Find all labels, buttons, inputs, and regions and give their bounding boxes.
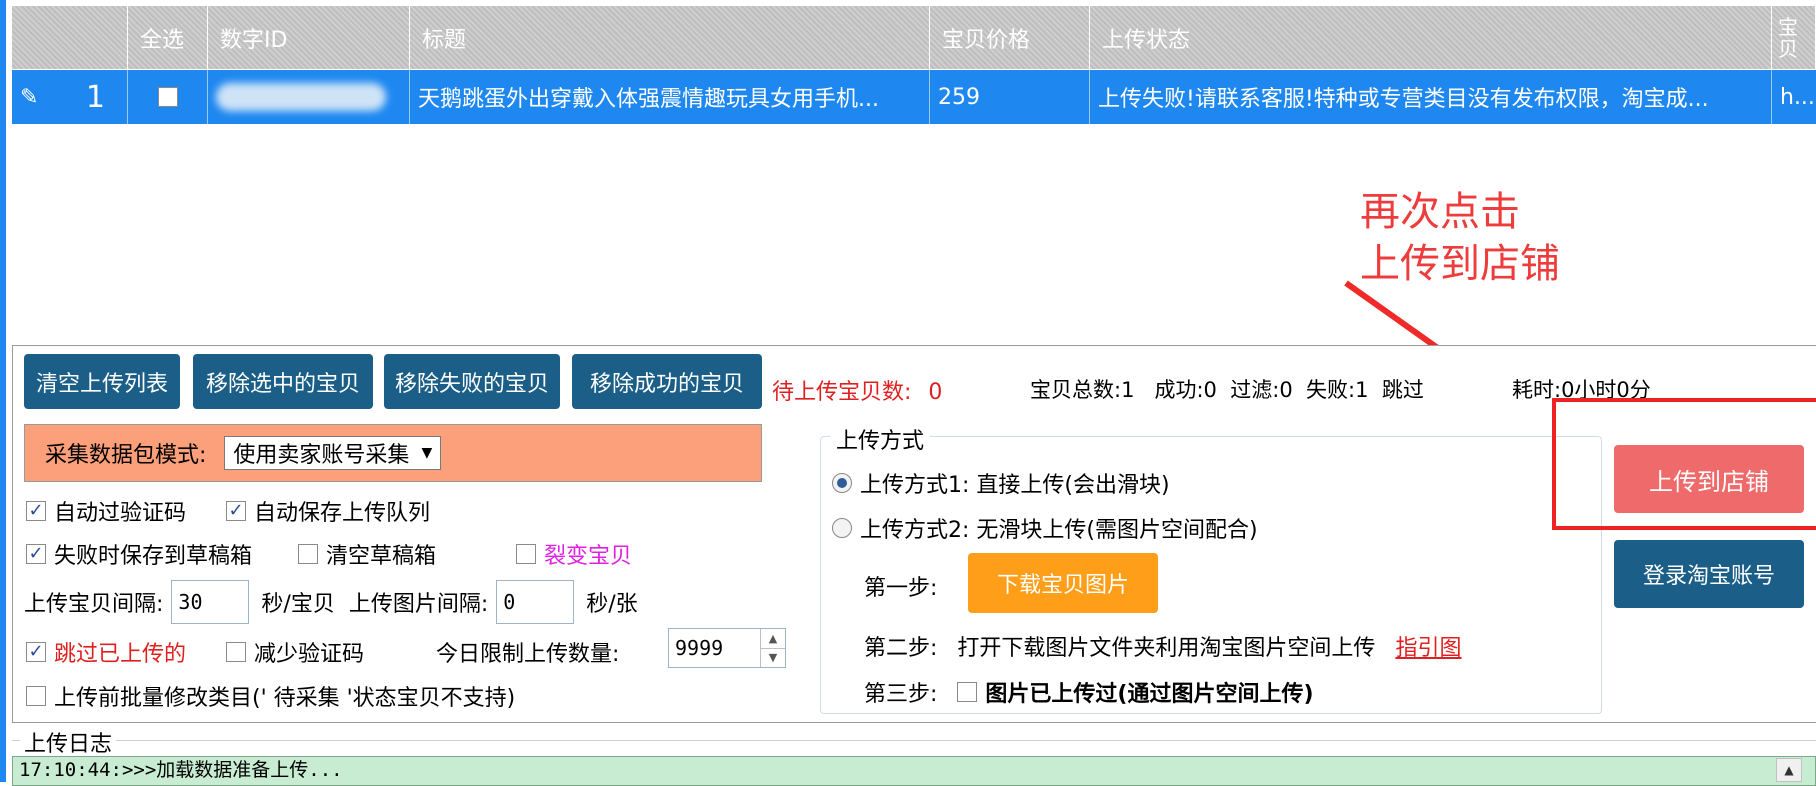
upload-to-store-label: 上传到店铺 (1649, 467, 1769, 496)
step3-label: 第三步: (864, 682, 938, 707)
intervals-row: 上传宝贝间隔: 30 秒/宝贝 上传图片间隔: 0 秒/张 (24, 580, 638, 624)
auto-save-queue-checkbox[interactable] (226, 501, 246, 521)
skip-uploaded-checkbox[interactable] (26, 642, 46, 662)
remove-failed-label: 移除失败的宝贝 (394, 371, 549, 397)
step2-row: 第二步: 打开下载图片文件夹利用淘宝图片空间上传 指引图 (864, 630, 1461, 662)
image-interval-label: 上传图片间隔: (348, 592, 489, 617)
item-interval-value: 30 (178, 590, 203, 614)
reduce-captcha-checkbox[interactable] (226, 642, 246, 662)
image-interval-input[interactable]: 0 (496, 580, 575, 624)
method2-radio[interactable] (832, 518, 852, 538)
item-interval-unit: 秒/宝贝 (261, 592, 335, 617)
reduce-captcha-option[interactable]: 减少验证码 (226, 636, 364, 668)
collect-mode-value: 使用卖家账号采集 (233, 443, 410, 468)
daily-limit-label: 今日限制上传数量: (436, 636, 619, 668)
save-drafts-label: 失败时保存到草稿箱 (54, 544, 253, 569)
reduce-captcha-label: 减少验证码 (254, 642, 365, 667)
split-items-checkbox[interactable] (516, 544, 536, 564)
split-items-option[interactable]: 裂变宝贝 (516, 538, 632, 570)
remove-success-label: 移除成功的宝贝 (589, 371, 744, 397)
pending-value: 0 (928, 380, 943, 405)
skip-uploaded-option[interactable]: 跳过已上传的 (26, 636, 186, 668)
collect-mode-label: 采集数据包模式: (45, 443, 207, 468)
step1-text: 第一步: (864, 576, 938, 601)
method2-option[interactable]: 上传方式2: 无滑块上传(需图片空间配合) (832, 512, 1258, 544)
auto-captcha-label: 自动过验证码 (54, 501, 187, 526)
log-legend: 上传日志 (20, 726, 117, 758)
clear-drafts-option[interactable]: 清空草稿箱 (298, 538, 436, 570)
clear-drafts-label: 清空草稿箱 (326, 544, 437, 569)
clear-list-label: 清空上传列表 (35, 371, 168, 397)
chevron-down-icon: ▼ (421, 445, 433, 461)
image-interval-unit: 秒/张 (586, 592, 638, 617)
method1-radio[interactable] (832, 473, 852, 493)
auto-save-queue-option[interactable]: 自动保存上传队列 (226, 495, 430, 527)
save-drafts-checkbox[interactable] (26, 544, 46, 564)
item-interval-label: 上传宝贝间隔: (24, 592, 164, 617)
stats-text: 宝贝总数:1 成功:0 过滤:0 失败:1 跳过 (1030, 374, 1424, 404)
stepper-arrows[interactable]: ▲ ▼ (760, 629, 785, 667)
image-interval-value: 0 (503, 590, 516, 614)
method1-option[interactable]: 上传方式1: 直接上传(会出滑块) (832, 467, 1170, 499)
collect-mode-box: 采集数据包模式: 使用卖家账号采集 ▼ (24, 424, 762, 482)
daily-limit-value: 9999 (675, 636, 724, 660)
daily-limit-text: 今日限制上传数量: (436, 642, 620, 667)
stats-values: 宝贝总数:1 成功:0 过滤:0 失败:1 跳过 (1030, 378, 1424, 402)
upload-to-store-button[interactable]: 上传到店铺 (1614, 445, 1804, 513)
download-images-label: 下载宝贝图片 (996, 573, 1129, 598)
clear-drafts-checkbox[interactable] (298, 544, 318, 564)
images-uploaded-option[interactable]: 图片已上传过(通过图片空间上传) (957, 676, 1314, 708)
auto-captcha-option[interactable]: 自动过验证码 (26, 495, 186, 527)
remove-selected-button[interactable]: 移除选中的宝贝 (193, 354, 373, 409)
images-uploaded-checkbox[interactable] (957, 682, 978, 702)
stepper-up-icon[interactable]: ▲ (761, 629, 785, 649)
auto-save-queue-label: 自动保存上传队列 (254, 501, 431, 526)
skip-uploaded-label: 跳过已上传的 (54, 642, 187, 667)
pending-count: 待上传宝贝数: 0 (772, 374, 942, 406)
remove-failed-button[interactable]: 移除失败的宝贝 (384, 354, 560, 409)
download-images-button[interactable]: 下载宝贝图片 (968, 553, 1158, 613)
login-taobao-button[interactable]: 登录淘宝账号 (1614, 540, 1804, 608)
log-line: 17:10:44:>>>加载数据准备上传... (19, 759, 343, 781)
item-interval-input[interactable]: 30 (171, 580, 250, 624)
guide-link[interactable]: 指引图 (1395, 630, 1461, 662)
step2-text: 打开下载图片文件夹利用淘宝图片空间上传 (957, 636, 1376, 661)
stepper-down-icon[interactable]: ▼ (761, 649, 785, 668)
log-legend-text: 上传日志 (24, 732, 113, 757)
step1-label: 第一步: (864, 570, 937, 602)
daily-limit-input[interactable]: 9999 (669, 629, 760, 667)
batch-modify-checkbox[interactable] (26, 686, 46, 706)
images-uploaded-label: 图片已上传过(通过图片空间上传) (985, 682, 1314, 707)
auto-captcha-checkbox[interactable] (26, 501, 46, 521)
upload-method-legend-text: 上传方式 (836, 429, 925, 454)
log-scroll-up-icon[interactable]: ▲ (1776, 758, 1802, 782)
daily-limit-stepper[interactable]: 9999 ▲ ▼ (668, 628, 786, 668)
save-drafts-option[interactable]: 失败时保存到草稿箱 (26, 538, 252, 570)
upload-method-legend: 上传方式 (830, 423, 931, 455)
remove-selected-label: 移除选中的宝贝 (205, 371, 360, 397)
clear-list-button[interactable]: 清空上传列表 (24, 354, 180, 409)
pending-label: 待上传宝贝数: (772, 380, 912, 405)
step2-label: 第二步: (864, 636, 938, 661)
remove-success-button[interactable]: 移除成功的宝贝 (572, 354, 762, 409)
login-taobao-label: 登录淘宝账号 (1642, 564, 1775, 589)
split-items-label: 裂变宝贝 (544, 544, 633, 569)
step3-row: 第三步: 图片已上传过(通过图片空间上传) (864, 676, 1314, 708)
collect-mode-select[interactable]: 使用卖家账号采集 ▼ (224, 436, 442, 470)
batch-modify-option[interactable]: 上传前批量修改类目(' 待采集 '状态宝贝不支持) (26, 680, 515, 712)
method2-label: 上传方式2: 无滑块上传(需图片空间配合) (860, 518, 1258, 543)
log-group-line (12, 740, 1816, 741)
batch-modify-label: 上传前批量修改类目(' 待采集 '状态宝贝不支持) (54, 686, 516, 711)
method1-label: 上传方式1: 直接上传(会出滑块) (860, 473, 1170, 498)
